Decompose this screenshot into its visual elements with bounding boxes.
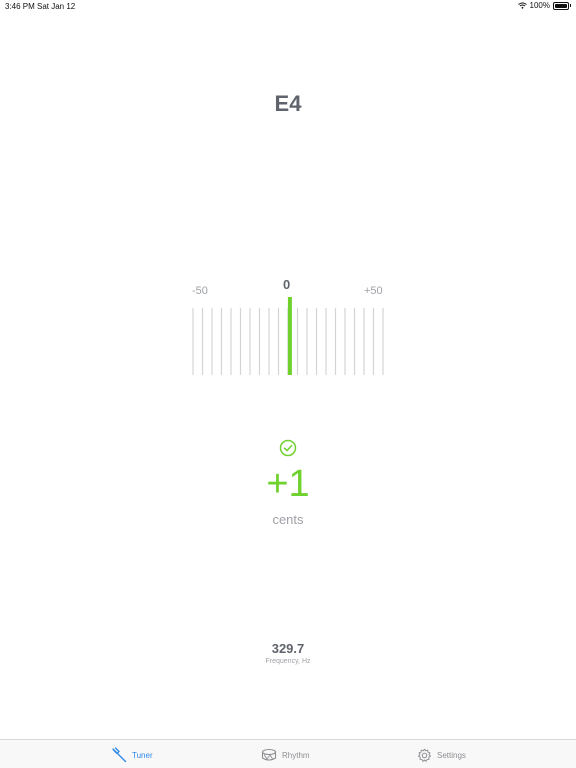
drum-icon	[261, 748, 277, 761]
gear-icon	[418, 748, 431, 762]
status-date: Sat Jan 12	[37, 2, 76, 11]
cents-value: +1	[266, 463, 310, 505]
tuning-meter: -50 0 +50	[186, 275, 390, 380]
note-name: E4	[274, 91, 302, 116]
tab-tuner-label: Tuner	[132, 750, 153, 760]
status-time: 3:46 PM	[5, 2, 35, 11]
tab-settings-label: Settings	[437, 750, 466, 760]
meter-ticks	[192, 297, 384, 375]
cents-unit: cents	[272, 512, 304, 527]
check-circle-icon	[279, 439, 297, 457]
battery-percent: 100%	[529, 1, 550, 10]
battery-icon	[553, 1, 569, 10]
tab-settings[interactable]: Settings	[417, 746, 466, 764]
status-bar: 3:46 PM Sat Jan 12 100%	[0, 0, 576, 12]
tab-tuner[interactable]: Tuner	[111, 746, 153, 764]
wifi-icon	[517, 2, 527, 9]
tab-bar: Tuner Rhythm Settings	[0, 739, 576, 768]
tab-rhythm-label: Rhythm	[282, 750, 310, 760]
battery-tip	[570, 4, 571, 7]
meter-needle	[287, 297, 292, 375]
frequency-label: Frequency, Hz	[265, 658, 311, 665]
tuning-fork-icon	[112, 747, 127, 763]
tuner-screen: 3:46 PM Sat Jan 12 100% E4 -50 0 +50 +1 …	[0, 0, 576, 768]
status-right: 100%	[517, 1, 571, 10]
tab-rhythm[interactable]: Rhythm	[261, 746, 310, 764]
frequency-value: 329.7	[271, 641, 305, 656]
